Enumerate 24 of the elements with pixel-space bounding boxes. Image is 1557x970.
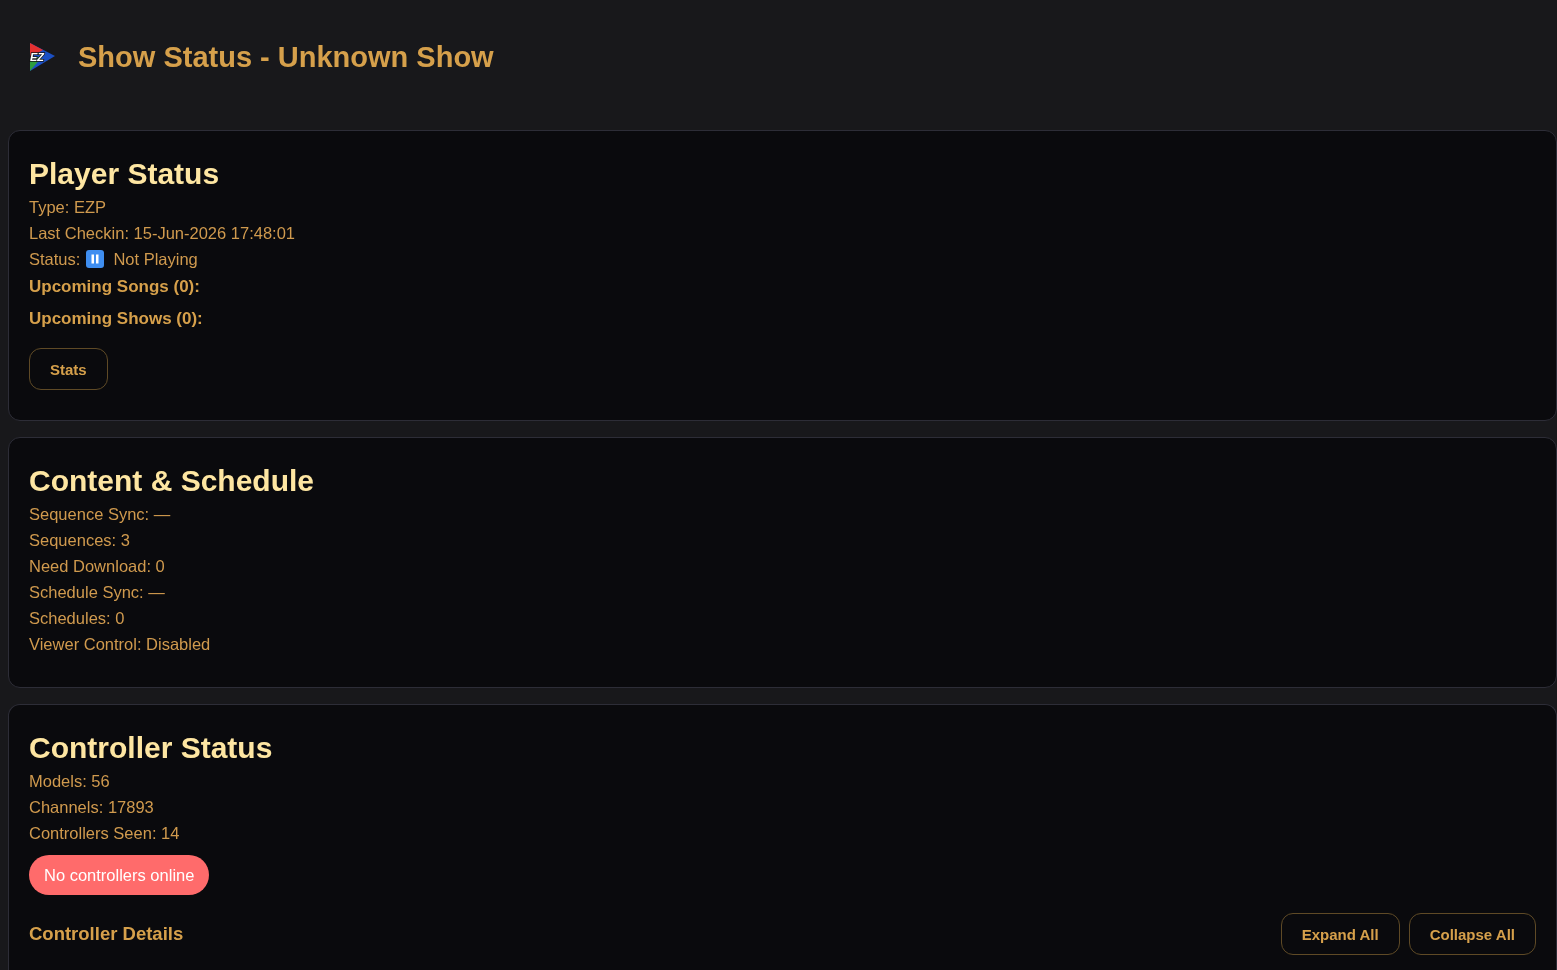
list-heading: Upcoming Songs (0): [29,276,201,298]
info-line: Channels: 17893 [29,797,155,818]
info-line: Sequence Sync: — [29,504,172,525]
info-line: Models: 56 [29,771,111,792]
details-heading: Controller Details [29,923,184,945]
info-line: Schedule Sync: — [29,582,166,603]
section-heading: Controller Status [29,730,274,766]
info-line: Controllers Seen: 14 [29,823,181,844]
info-line: Sequences: 3 [29,530,131,551]
status-label: Status: [29,249,81,270]
info-line: Type: EZP [29,197,108,218]
info-line: Need Download: 0 [29,556,166,577]
info-line: Schedules: 0 [29,608,126,629]
section-heading: Content & Schedule [29,463,315,499]
section-heading: Player Status [29,156,221,192]
info-line: Viewer Control: Disabled [29,634,212,655]
action-button[interactable]: Stats [29,348,108,390]
action-button[interactable]: Collapse All [1408,913,1536,955]
action-button[interactable]: Expand All [1280,913,1400,955]
status-pill: No controllers online [29,855,210,895]
page-title: Show Status - Unknown Show [78,40,494,75]
status-value: Not Playing [113,249,198,270]
info-line: Last Checkin: 15-Jun-2026 17:48:01 [29,223,296,244]
list-heading: Upcoming Shows (0): [29,308,204,330]
